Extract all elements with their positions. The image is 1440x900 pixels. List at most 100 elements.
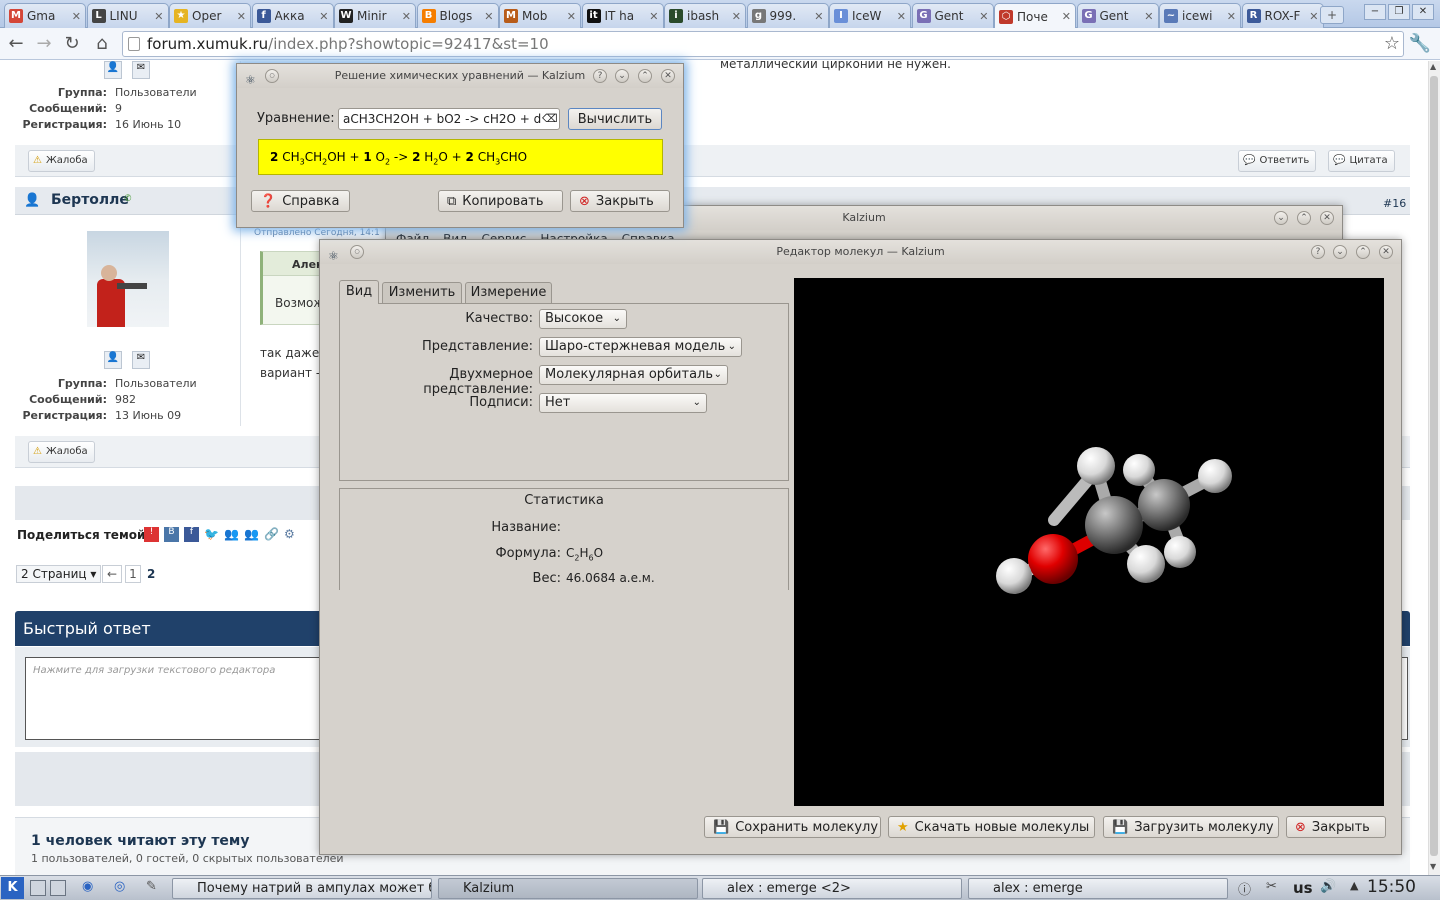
vk-icon[interactable]: B — [164, 527, 179, 542]
close-icon[interactable]: ✕ — [1379, 245, 1393, 259]
browser-tab[interactable]: g 999. ✕ — [746, 3, 829, 28]
tab-close-icon[interactable]: ✕ — [72, 10, 81, 23]
minimize-icon[interactable]: ⌄ — [1274, 211, 1288, 225]
maximize-window-button[interactable]: ❐ — [1388, 4, 1410, 20]
compute-button[interactable]: Вычислить — [568, 108, 662, 130]
close-icon[interactable]: ✕ — [661, 69, 675, 83]
scroll-up-arrow[interactable]: ▲ — [1430, 62, 1436, 71]
friends-icon[interactable]: 👥 — [244, 527, 259, 542]
wrench-menu-icon[interactable]: 🔧 — [1408, 32, 1432, 56]
browser-tab[interactable]: I IceW ✕ — [829, 3, 911, 28]
info-icon[interactable]: ⓘ — [1238, 879, 1251, 898]
new-tab-button[interactable]: + — [1320, 6, 1344, 24]
task-terminal-2[interactable]: alex : emerge <2> — [702, 878, 962, 899]
home-button[interactable]: ⌂ — [90, 32, 114, 56]
tab-close-icon[interactable]: ✕ — [319, 10, 328, 23]
minimize-icon[interactable]: ⌄ — [1333, 245, 1347, 259]
complaint-button[interactable]: ⚠ Жалоба — [28, 441, 95, 463]
tab-close-icon[interactable]: ✕ — [979, 10, 988, 23]
prev-page-link[interactable]: ← — [102, 565, 122, 583]
close-window-button[interactable]: ✕ — [1412, 4, 1434, 20]
facebook-icon[interactable]: f — [184, 527, 199, 542]
bookmark-star-icon[interactable]: ☆ — [1380, 32, 1404, 56]
tab-izmenit[interactable]: Изменить — [382, 282, 462, 304]
twitter-icon[interactable]: 🐦 — [204, 527, 219, 542]
user-profile-icon[interactable]: 👤 — [104, 351, 122, 369]
browser-tab[interactable]: ⬡ Поче ✕ — [994, 3, 1076, 29]
quote-button[interactable]: 💬 Цитата — [1328, 150, 1395, 172]
complaint-button[interactable]: ⚠ Жалоба — [28, 150, 95, 172]
tab-close-icon[interactable]: ✕ — [1227, 10, 1236, 23]
address-bar[interactable]: forum.xumuk.ru/index.php?showtopic=92417… — [122, 31, 1404, 57]
post-number-link[interactable]: #16 — [1383, 197, 1406, 210]
quality-select[interactable]: Высокое ⌄ — [539, 309, 627, 329]
browser-tab[interactable]: G Gent ✕ — [911, 3, 994, 28]
help-button[interactable]: ❓ Справка — [251, 190, 350, 212]
tab-close-icon[interactable]: ✕ — [567, 10, 576, 23]
tab-close-icon[interactable]: ✕ — [649, 10, 658, 23]
maximize-icon[interactable]: ⌃ — [1297, 211, 1311, 225]
browser-tab[interactable]: i ibash ✕ — [664, 3, 746, 28]
post-author[interactable]: Бертолле — [51, 192, 129, 208]
tray-expand-icon[interactable]: ▲ — [1350, 879, 1358, 892]
tab-close-icon[interactable]: ✕ — [1062, 10, 1071, 23]
user-profile-icon[interactable]: 👤 — [104, 61, 122, 79]
tab-close-icon[interactable]: ✕ — [484, 10, 493, 23]
tab-close-icon[interactable]: ✕ — [1144, 10, 1153, 23]
browser-tab[interactable]: R ROX-F ✕ — [1241, 3, 1324, 28]
desktop-pager-icon[interactable] — [50, 880, 66, 896]
browser-launcher-icon[interactable]: ◉ — [82, 879, 93, 894]
browser-tab[interactable]: L LINU ✕ — [86, 3, 169, 28]
browser-tab[interactable]: M Mob ✕ — [499, 3, 581, 28]
browser-tab[interactable]: W Minir ✕ — [334, 3, 416, 28]
tab-vid[interactable]: Вид — [339, 280, 379, 304]
link-icon[interactable]: 🔗 — [264, 527, 279, 542]
odnoklassniki-icon[interactable]: 👥 — [224, 527, 239, 542]
scrollbar-thumb[interactable] — [1430, 76, 1438, 856]
tab-close-icon[interactable]: ✕ — [402, 10, 411, 23]
clear-input-icon[interactable]: ⌫ — [542, 112, 558, 125]
volume-icon[interactable]: 🔊 — [1320, 879, 1336, 894]
tab-close-icon[interactable]: ✕ — [1309, 10, 1318, 23]
load-molecule-button[interactable]: 💾 Загрузить молекулу — [1103, 816, 1279, 838]
tab-close-icon[interactable]: ✕ — [897, 10, 906, 23]
tab-close-icon[interactable]: ✕ — [814, 10, 823, 23]
forward-button[interactable]: → — [32, 32, 56, 56]
tab-close-icon[interactable]: ✕ — [154, 10, 163, 23]
page-1-link[interactable]: 1 — [125, 565, 141, 583]
representation-select[interactable]: Шаро-стержневая модель ⌄ — [539, 337, 742, 357]
web-launcher-icon[interactable]: ◎ — [114, 879, 125, 894]
reply-button[interactable]: 💬 Ответить — [1238, 150, 1317, 172]
browser-tab[interactable]: ★ Oper ✕ — [169, 3, 251, 28]
settings-icon[interactable]: ⚙ — [284, 527, 299, 542]
back-button[interactable]: ← — [4, 32, 28, 56]
desktop-pager-icon[interactable] — [30, 880, 46, 896]
task-browser[interactable]: Почему натрий в ампулах может б — [172, 878, 432, 899]
reload-button[interactable]: ↻ — [60, 32, 84, 56]
help-icon[interactable]: ? — [1311, 245, 1325, 259]
labels-select[interactable]: Нет ⌄ — [539, 393, 707, 413]
close-icon[interactable]: ✕ — [1320, 211, 1334, 225]
menu-button[interactable]: ○ — [350, 245, 364, 259]
start-menu-icon[interactable]: K — [1, 877, 24, 899]
browser-tab[interactable]: B Blogs ✕ — [416, 3, 499, 28]
tools-launcher-icon[interactable]: ✎ — [146, 879, 157, 894]
minimize-window-button[interactable]: − — [1364, 4, 1386, 20]
task-kalzium[interactable]: Kalzium — [438, 878, 698, 899]
browser-tab[interactable]: it IT ha ✕ — [581, 3, 664, 28]
close-button[interactable]: ⊗ Закрыть — [570, 190, 670, 212]
browser-tab[interactable]: M Gma ✕ — [4, 3, 86, 28]
close-button[interactable]: ⊗ Закрыть — [1286, 816, 1386, 838]
network-icon[interactable]: ✂ — [1266, 879, 1277, 894]
scroll-down-arrow[interactable]: ▼ — [1430, 862, 1436, 871]
task-terminal[interactable]: alex : emerge — [968, 878, 1228, 899]
download-molecules-button[interactable]: ★ Скачать новые молекулы — [888, 816, 1095, 838]
copy-button[interactable]: ⧉ Копировать — [438, 190, 563, 212]
save-molecule-button[interactable]: 💾 Сохранить молекулу — [704, 816, 881, 838]
equation-input[interactable]: aCH3CH2OH + bO2 -> cH2O + d — [338, 108, 560, 130]
help-icon[interactable]: ? — [593, 69, 607, 83]
tab-close-icon[interactable]: ✕ — [732, 10, 741, 23]
molecule-3d-view[interactable] — [794, 278, 1384, 806]
share-icon[interactable]: ! — [144, 527, 159, 542]
message-icon[interactable]: ✉ — [132, 61, 150, 79]
